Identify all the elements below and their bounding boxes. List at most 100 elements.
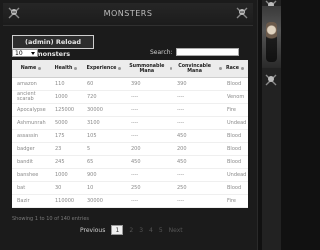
cell-convincable-mana: ---- <box>177 197 185 204</box>
cell-convincable-mana: ---- <box>177 93 185 100</box>
table-header: Name Health Experience Summonable Mana C… <box>12 60 248 78</box>
sort-icon <box>74 67 78 70</box>
search-control: Search: <box>150 48 239 56</box>
cell-race: Venom <box>227 93 245 100</box>
column-header-health[interactable]: Health <box>50 60 82 77</box>
cell-experience: 900 <box>87 171 97 178</box>
column-header-experience[interactable]: Experience <box>82 60 126 77</box>
search-input[interactable] <box>175 48 239 56</box>
next-page-button[interactable]: Next <box>169 227 183 234</box>
page-title: MONSTERS <box>103 9 153 18</box>
table-row: Ashmunrah 5000 3100 ---- ---- Undead <box>12 117 248 130</box>
cell-summonable-mana: 250 <box>131 184 141 191</box>
column-header-race[interactable]: Race <box>222 60 248 77</box>
cell-health: 245 <box>55 158 65 165</box>
cell-summonable-mana: ---- <box>131 197 139 204</box>
cell-name[interactable]: Apocalypse <box>12 104 50 116</box>
cell-name[interactable]: assassin <box>12 130 50 142</box>
table-row: Apocalypse 125000 30000 ---- ---- Fire <box>12 104 248 117</box>
monsters-panel: MONSTERS (admin) Reload monsters 10 Sear… <box>0 0 258 250</box>
cell-race: Undead <box>227 119 247 126</box>
table-row: bandit 245 65 450 450 Blood <box>12 156 248 169</box>
column-header-name[interactable]: Name <box>12 60 50 77</box>
cell-name[interactable]: bat <box>12 182 50 194</box>
pagination: Previous 1 2 3 4 5 Next <box>80 225 183 235</box>
cell-name[interactable]: badger <box>12 143 50 155</box>
cell-experience: 30000 <box>87 197 103 204</box>
table-row: banshee 1000 900 ---- ---- Undead <box>12 169 248 182</box>
cell-experience: 60 <box>87 80 94 87</box>
skull-crossbones-icon <box>265 74 277 86</box>
column-header-convincable-mana[interactable]: Convincable Mana <box>172 60 222 77</box>
cell-summonable-mana: 390 <box>131 80 141 87</box>
title-bar: MONSTERS <box>3 3 253 26</box>
cell-convincable-mana: 450 <box>177 132 187 139</box>
column-header-summonable-mana[interactable]: Summonable Mana <box>126 60 172 77</box>
cell-name[interactable]: banshee <box>12 169 50 181</box>
cell-experience: 3100 <box>87 119 100 126</box>
side-banner <box>262 0 281 250</box>
monsters-table: Name Health Experience Summonable Mana C… <box>12 60 248 208</box>
cell-experience: 10 <box>87 184 94 191</box>
cell-name[interactable]: Bazir <box>12 195 50 207</box>
cell-race: Fire <box>227 197 236 204</box>
cell-convincable-mana: 390 <box>177 80 187 87</box>
cell-health: 110 <box>55 80 65 87</box>
cell-race: Blood <box>227 132 242 139</box>
sort-icon <box>241 67 245 70</box>
cell-race: Blood <box>227 184 242 191</box>
sort-icon <box>118 67 122 70</box>
cell-race: Fire <box>227 106 236 113</box>
cell-experience: 30000 <box>87 106 103 113</box>
page-button[interactable]: 3 <box>139 227 143 234</box>
table-row: amazon 110 60 390 390 Blood <box>12 78 248 91</box>
cell-health: 5000 <box>55 119 68 126</box>
current-page-button[interactable]: 1 <box>111 225 124 235</box>
cell-convincable-mana: ---- <box>177 119 185 126</box>
page-button[interactable]: 5 <box>159 227 163 234</box>
cell-convincable-mana: 200 <box>177 145 187 152</box>
reload-monsters-button[interactable]: (admin) Reload monsters <box>12 35 94 58</box>
cell-name[interactable]: ancient scarab <box>12 91 50 103</box>
cell-name[interactable]: Ashmunrah <box>12 117 50 129</box>
cell-name[interactable]: amazon <box>12 78 50 90</box>
cell-race: Blood <box>227 158 242 165</box>
cell-summonable-mana: ---- <box>131 93 139 100</box>
table-row: ancient scarab 1000 720 ---- ---- Venom <box>12 91 248 104</box>
character-figure <box>266 22 277 62</box>
cell-health: 30 <box>55 184 62 191</box>
table-row: Bazir 110000 30000 ---- ---- Fire <box>12 195 248 208</box>
table-info: Showing 1 to 10 of 140 entries <box>12 216 90 222</box>
page-length-control: 10 <box>12 48 41 57</box>
cell-experience: 720 <box>87 93 97 100</box>
cell-summonable-mana: ---- <box>131 171 139 178</box>
table-row: assassin 175 105 ---- 450 Blood <box>12 130 248 143</box>
cell-health: 1000 <box>55 171 68 178</box>
cell-experience: 65 <box>87 158 94 165</box>
page-button[interactable]: 2 <box>129 227 133 234</box>
cell-convincable-mana: 250 <box>177 184 187 191</box>
table-row: badger 23 5 200 200 Blood <box>12 143 248 156</box>
cell-experience: 105 <box>87 132 97 139</box>
cell-summonable-mana: 200 <box>131 145 141 152</box>
cell-convincable-mana: ---- <box>177 171 185 178</box>
cell-race: Blood <box>227 145 242 152</box>
previous-page-button[interactable]: Previous <box>80 227 105 234</box>
page-length-select[interactable]: 10 <box>12 48 38 57</box>
cell-race: Undead <box>227 171 247 178</box>
cell-health: 1000 <box>55 93 68 100</box>
cell-summonable-mana: ---- <box>131 106 139 113</box>
cell-convincable-mana: ---- <box>177 106 185 113</box>
sort-icon <box>38 67 42 70</box>
cell-convincable-mana: 450 <box>177 158 187 165</box>
cell-health: 110000 <box>55 197 75 204</box>
table-body: amazon 110 60 390 390 Blood ancient scarab 1000… <box>12 78 248 208</box>
cell-summonable-mana: ---- <box>131 119 139 126</box>
table-row: bat 30 10 250 250 Blood <box>12 182 248 195</box>
cell-name[interactable]: bandit <box>12 156 50 168</box>
page-button[interactable]: 4 <box>149 227 153 234</box>
cell-race: Blood <box>227 80 242 87</box>
cell-health: 23 <box>55 145 62 152</box>
cell-summonable-mana: ---- <box>131 132 139 139</box>
cell-summonable-mana: 450 <box>131 158 141 165</box>
